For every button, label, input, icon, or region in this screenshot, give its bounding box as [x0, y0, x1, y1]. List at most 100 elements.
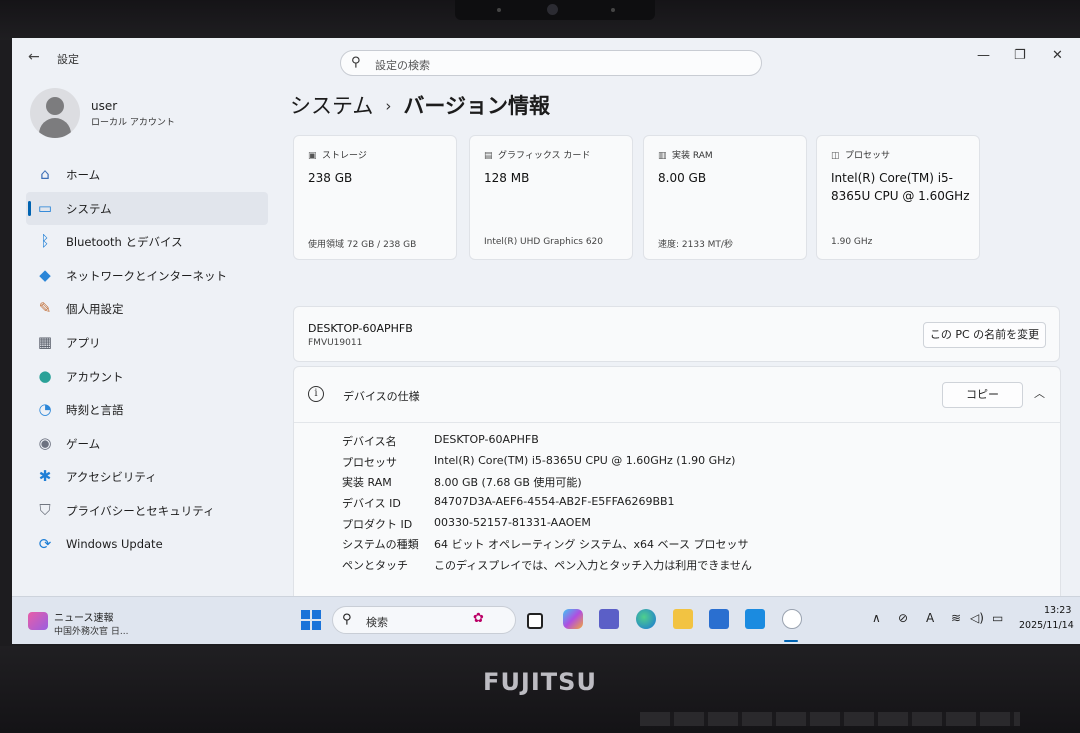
storage-card[interactable]: ▣ ストレージ 238 GB 使用領域 72 GB / 238 GB — [293, 135, 457, 260]
sidebar-item[interactable]: ◉ ゲーム — [26, 427, 268, 461]
news-headline[interactable]: 中国外務次官 日... — [54, 624, 128, 637]
storage-icon: ▣ — [308, 151, 317, 161]
avatar — [30, 88, 80, 138]
sidebar-item-label: Bluetooth とデバイス — [66, 235, 183, 250]
sidebar-item[interactable]: ▭ システム — [26, 191, 268, 226]
spec-value: 00330-52157-81331-AAOEM — [434, 515, 591, 529]
task-view-icon[interactable] — [527, 613, 543, 629]
sidebar-item-label: ホーム — [66, 168, 101, 182]
spec-value: 8.00 GB (7.68 GB 使用可能) — [434, 476, 582, 490]
file-explorer-icon[interactable] — [673, 609, 693, 629]
input-mode-icon[interactable]: A — [926, 611, 934, 625]
device-specs-header[interactable]: i デバイスの仕様 コピー ︿ — [294, 367, 1060, 423]
taskbar-date[interactable]: 2025/11/14 — [1019, 620, 1074, 631]
taskbar-time[interactable]: 13:23 — [1044, 605, 1071, 616]
spec-key: プロセッサ — [342, 455, 397, 469]
copy-button[interactable]: コピー — [942, 382, 1023, 408]
graphics-card[interactable]: ▤ グラフィックス カード 128 MB Intel(R) UHD Graphic… — [469, 135, 633, 260]
user-name: user — [91, 99, 118, 113]
logo-tile — [301, 621, 310, 630]
start-button-windows-icon[interactable] — [301, 610, 321, 630]
maximize-button[interactable]: ❐ — [1014, 48, 1026, 63]
account-type: ローカル アカウント — [91, 118, 175, 128]
account-icon: ● — [38, 366, 52, 385]
news-widget-icon[interactable] — [28, 612, 48, 630]
info-icon: i — [308, 386, 324, 402]
sidebar-item[interactable]: ● アカウント — [26, 360, 268, 394]
sidebar-item-label: 時刻と言語 — [66, 403, 124, 418]
taskbar-search-input[interactable]: ⚲ 検索 ✿ — [332, 606, 516, 634]
microsoft-store-icon[interactable] — [709, 609, 729, 629]
sidebar-item[interactable]: ◔ 時刻と言語 — [26, 393, 268, 427]
sidebar-item[interactable]: ⌂ ホーム — [26, 158, 268, 192]
notifications-off-icon[interactable]: ⊘ — [898, 611, 908, 625]
search-icon: ⚲ — [342, 612, 352, 627]
chevron-up-icon[interactable]: ︿ — [1034, 385, 1045, 401]
ram-card[interactable]: ▥ 実装 RAM 8.00 GB 速度: 2133 MT/秒 — [643, 135, 807, 260]
news-title[interactable]: ニュース速報 — [54, 609, 114, 624]
sidebar-item[interactable]: ✱ アクセシビリティ — [26, 460, 268, 494]
card-value: 238 GB — [308, 171, 353, 185]
sidebar-item[interactable]: ᛒ Bluetooth とデバイス — [26, 225, 268, 259]
gaming-icon: ◉ — [38, 433, 52, 452]
windows-update-icon: ⟳ — [38, 534, 52, 553]
teams-icon[interactable] — [599, 609, 619, 629]
keyboard-edge — [640, 712, 1020, 726]
network-icon: ◆ — [39, 265, 51, 284]
logo-tile — [312, 621, 321, 630]
card-label-text: ストレージ — [322, 151, 367, 161]
sidebar-item-label: アクセシビリティ — [66, 470, 157, 485]
spec-value: 64 ビット オペレーティング システム、x64 ベース プロセッサ — [434, 538, 749, 552]
wifi-icon[interactable]: ≋ — [951, 611, 961, 625]
minimize-button[interactable]: — — [977, 48, 990, 63]
brand-logo: FUJITSU — [483, 668, 597, 696]
tray-overflow-chevron-icon[interactable]: ∧ — [872, 611, 881, 625]
breadcrumb-parent[interactable]: システム — [290, 94, 373, 118]
active-app-indicator — [784, 640, 798, 642]
copilot-icon[interactable] — [563, 609, 583, 629]
sidebar-item-label: ネットワークとインターネット — [66, 268, 227, 283]
webcam — [455, 0, 655, 20]
breadcrumb: システム › バージョン情報 — [290, 90, 550, 120]
spec-key: システムの種類 — [342, 538, 419, 552]
card-sub: 速度: 2133 MT/秒 — [658, 240, 733, 250]
time-language-icon: ◔ — [38, 400, 52, 419]
search-icon: ⚲ — [351, 55, 361, 70]
card-value: 128 MB — [484, 171, 530, 185]
back-arrow-icon[interactable]: ← — [28, 49, 40, 65]
card-label-text: プロセッサ — [845, 151, 891, 161]
pc-name: DESKTOP-60APHFB — [308, 322, 413, 335]
sidebar-item[interactable]: ▦ アプリ — [26, 326, 268, 360]
spec-key: デバイス ID — [342, 497, 401, 511]
spec-value: このディスプレイでは、ペン入力とタッチ入力は利用できません — [434, 559, 752, 573]
outlook-icon[interactable] — [745, 609, 765, 629]
edge-browser-icon[interactable] — [636, 609, 656, 629]
pc-name-section: DESKTOP-60APHFB FMVU19011 この PC の名前を変更 — [293, 306, 1060, 362]
rename-pc-button[interactable]: この PC の名前を変更 — [923, 322, 1046, 348]
settings-gear-icon[interactable] — [782, 609, 802, 629]
title-bar: ← 設定 ⚲ 設定の検索 — ❐ ✕ — [12, 38, 1080, 78]
volume-icon[interactable]: ◁) — [970, 611, 984, 625]
processor-card[interactable]: ◫ プロセッサ Intel(R) Core(TM) i5-8365U CPU @ … — [816, 135, 980, 260]
sidebar-item-label: 個人用設定 — [66, 302, 124, 317]
sidebar-item[interactable]: ◆ ネットワークとインターネット — [26, 259, 268, 293]
sidebar-item-label: ゲーム — [66, 436, 101, 451]
sidebar-item[interactable]: ⛉ プライバシーとセキュリティ — [26, 494, 268, 528]
breadcrumb-separator: › — [385, 97, 392, 115]
sensor-dot — [497, 8, 501, 12]
settings-search-input[interactable]: ⚲ 設定の検索 — [340, 50, 762, 76]
avatar-head — [46, 97, 64, 115]
card-label: ▣ ストレージ — [308, 148, 367, 161]
sensor-dot — [611, 8, 615, 12]
search-highlight-icon: ✿ — [473, 611, 484, 626]
close-button[interactable]: ✕ — [1052, 48, 1063, 63]
logo-tile — [312, 610, 321, 619]
card-sub: 1.90 GHz — [831, 237, 873, 247]
avatar-body — [39, 118, 71, 138]
sidebar-item[interactable]: ⟳ Windows Update — [26, 528, 268, 562]
sidebar-item[interactable]: ✎ 個人用設定 — [26, 292, 268, 326]
search-placeholder: 設定の検索 — [375, 59, 430, 72]
spec-value: 84707D3A-AEF6-4554-AB2F-E5FFA6269BB1 — [434, 495, 675, 509]
spec-value: Intel(R) Core(TM) i5-8365U CPU @ 1.60GHz… — [434, 453, 736, 467]
battery-icon[interactable]: ▭ — [992, 611, 1003, 625]
